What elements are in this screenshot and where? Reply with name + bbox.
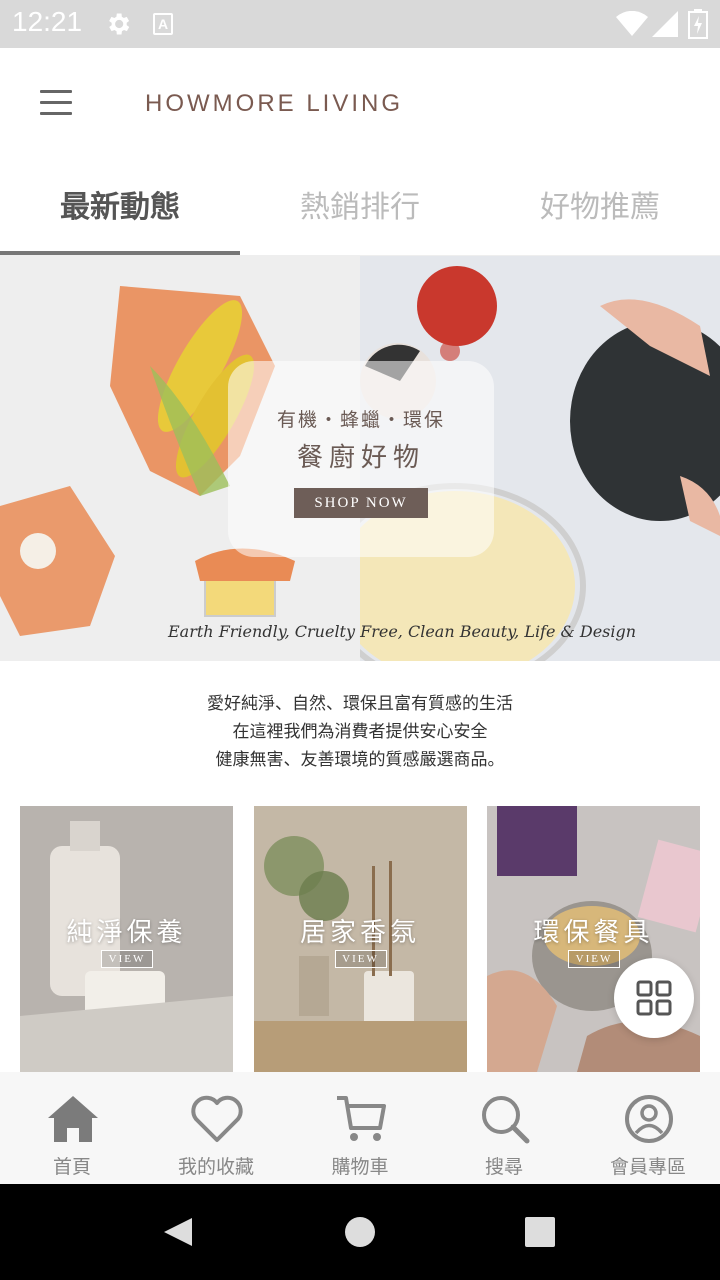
intro-line: 健康無害、友善環境的質感嚴選商品。 [215, 750, 505, 770]
shop-now-button[interactable]: SHOP NOW [294, 488, 428, 518]
hero-overlay-card: 有機・蜂蠟・環保 餐廚好物 SHOP NOW [228, 361, 494, 557]
nav-item-cart[interactable]: 購物車 [288, 1072, 432, 1184]
category-card-fragrance[interactable]: 居家香氛 VIEW [253, 806, 467, 1072]
grid-icon [636, 980, 672, 1016]
status-bar: 12:21 A [0, 0, 720, 48]
tab-bestsellers[interactable]: 熱銷排行 [240, 160, 480, 255]
search-icon [482, 1096, 530, 1144]
hero-title: 餐廚好物 [296, 443, 425, 473]
category-grid: 純淨保養 VIEW 居家香氛 VIEW 環保餐具 VIEW [20, 806, 700, 1072]
category-title: 純淨保養 [66, 918, 187, 948]
nav-label: 購物車 [331, 1156, 389, 1178]
home-icon [48, 1096, 98, 1142]
category-title: 居家香氛 [299, 918, 420, 948]
intro-line: 在這裡我們為消費者提供安心安全 [232, 722, 488, 742]
category-view-button[interactable]: VIEW [568, 950, 620, 968]
system-nav-bar [0, 1184, 720, 1280]
user-icon [625, 1095, 673, 1143]
battery-icon [688, 9, 708, 39]
nav-label: 搜尋 [484, 1156, 523, 1178]
intro-text: 愛好純淨、自然、環保且富有質感的生活 在這裡我們為消費者提供安心安全 健康無害、… [0, 690, 720, 774]
nav-label: 我的收藏 [177, 1156, 254, 1178]
brand-logo: HOWMORE LIVING [145, 90, 404, 117]
grid-menu-button[interactable] [614, 958, 694, 1038]
hero-banner[interactable]: 有機・蜂蠟・環保 餐廚好物 SHOP NOW Earth Friendly, C… [0, 256, 720, 661]
category-view-button[interactable]: VIEW [101, 950, 153, 968]
category-view-button[interactable]: VIEW [334, 950, 387, 968]
status-time: 12:21 [12, 6, 83, 37]
heart-icon [191, 1095, 243, 1142]
bottom-nav: 首頁 我的收藏 購物車 搜尋 會員專區 [0, 1072, 720, 1184]
nav-item-search[interactable]: 搜尋 [432, 1072, 576, 1184]
nav-item-favorites[interactable]: 我的收藏 [144, 1072, 288, 1184]
hero-tagline: 有機・蜂蠟・環保 [276, 409, 445, 431]
app-header: HOWMORE LIVING [0, 48, 720, 160]
tab-bar: 最新動態 熱銷排行 好物推薦 [0, 160, 720, 256]
text-a-icon: A [153, 13, 173, 35]
nav-item-member[interactable]: 會員專區 [576, 1072, 720, 1184]
nav-item-home[interactable]: 首頁 [0, 1072, 144, 1184]
gear-icon [109, 13, 130, 35]
tab-recommended[interactable]: 好物推薦 [480, 160, 720, 255]
nav-label: 首頁 [52, 1156, 91, 1178]
category-card-skincare[interactable]: 純淨保養 VIEW [20, 806, 233, 1072]
signal-icon [652, 11, 678, 37]
wifi-icon [616, 11, 648, 36]
tab-latest[interactable]: 最新動態 [0, 160, 240, 255]
cart-icon [337, 1096, 386, 1141]
category-title: 環保餐具 [533, 918, 654, 948]
back-icon[interactable] [162, 1216, 194, 1248]
nav-label: 會員專區 [609, 1156, 686, 1178]
recent-apps-icon[interactable] [525, 1217, 555, 1247]
hero-script-text: Earth Friendly, Cruelty Free, Clean Beau… [168, 622, 637, 641]
home-circle-icon[interactable] [344, 1216, 376, 1248]
hamburger-menu-icon[interactable] [40, 90, 72, 116]
intro-line: 愛好純淨、自然、環保且富有質感的生活 [207, 694, 513, 714]
